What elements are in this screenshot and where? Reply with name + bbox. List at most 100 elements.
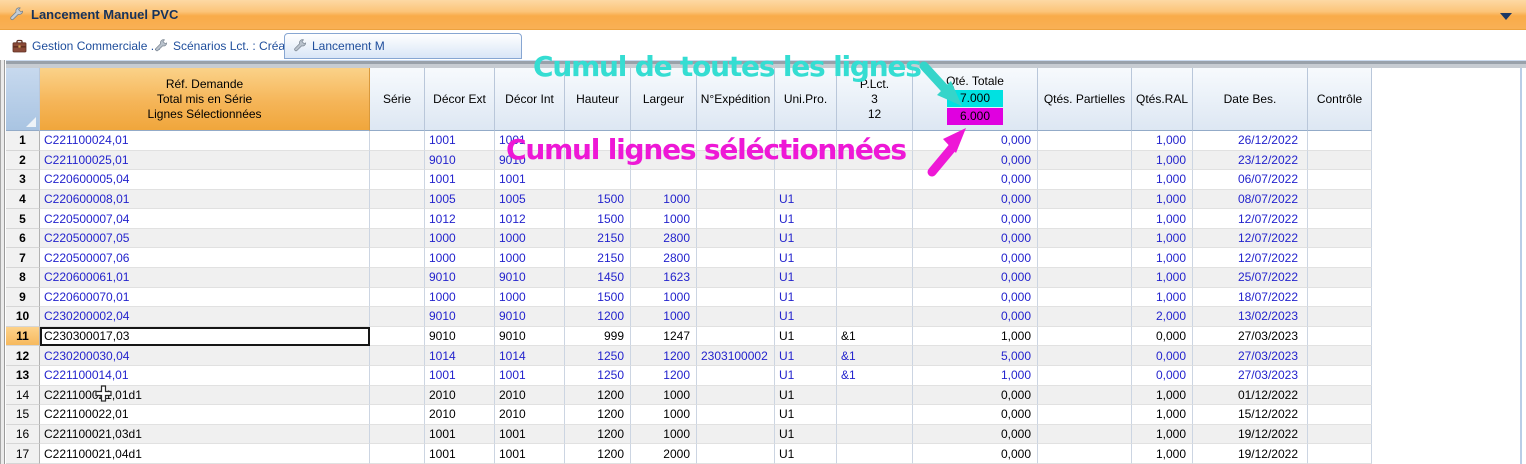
cell-hauteur[interactable]: 1200 — [565, 405, 631, 425]
cell-hauteur[interactable]: 1200 — [565, 444, 631, 464]
cell-ref[interactable]: C221100021,03d1 — [40, 425, 370, 445]
cell-uni_pro[interactable]: U1 — [775, 405, 837, 425]
cell-date_bes[interactable]: 27/03/2023 — [1193, 346, 1308, 366]
cell-controle[interactable] — [1308, 190, 1372, 210]
cell-ref[interactable]: C230300017,03 — [40, 327, 370, 347]
table-row[interactable]: 11C230300017,03901090109991247U1&11,0000… — [6, 327, 1372, 347]
cell-qtes_partielles[interactable] — [1038, 288, 1132, 308]
cell-qtes_ral[interactable]: 1,000 — [1132, 229, 1193, 249]
cell-qte_totale[interactable]: 5,000 — [913, 346, 1038, 366]
cell-qtes_ral[interactable]: 1,000 — [1132, 405, 1193, 425]
cell-ref[interactable]: C221100021,04d1 — [40, 444, 370, 464]
row-number-cell[interactable]: 14 — [6, 386, 40, 406]
cell-hauteur[interactable]: 1500 — [565, 288, 631, 308]
cell-decor_ext[interactable]: 1001 — [425, 170, 495, 190]
cell-decor_int[interactable]: 1001 — [495, 444, 565, 464]
cell-qtes_ral[interactable]: 1,000 — [1132, 131, 1193, 151]
cell-hauteur[interactable]: 999 — [565, 327, 631, 347]
cell-ref[interactable]: C220500007,05 — [40, 229, 370, 249]
cell-qtes_partielles[interactable] — [1038, 444, 1132, 464]
cell-ref[interactable]: C221100014,01 — [40, 366, 370, 386]
cell-decor_ext[interactable]: 9010 — [425, 327, 495, 347]
cell-qtes_ral[interactable]: 1,000 — [1132, 425, 1193, 445]
cell-n_expedition[interactable] — [697, 229, 775, 249]
cell-uni_pro[interactable]: U1 — [775, 386, 837, 406]
cell-qte_totale[interactable]: 0,000 — [913, 405, 1038, 425]
cell-p_lct[interactable] — [837, 229, 913, 249]
cell-largeur[interactable]: 1000 — [631, 288, 697, 308]
cell-qtes_partielles[interactable] — [1038, 131, 1132, 151]
cell-decor_ext[interactable]: 1012 — [425, 209, 495, 229]
cell-controle[interactable] — [1308, 131, 1372, 151]
cell-n_expedition[interactable] — [697, 307, 775, 327]
cell-date_bes[interactable]: 19/12/2022 — [1193, 444, 1308, 464]
table-row[interactable]: 10C230200002,049010901012001000U10,0002,… — [6, 307, 1372, 327]
row-number-cell[interactable]: 11 — [6, 327, 40, 347]
cell-ref[interactable]: C221100021,01d1 — [40, 386, 370, 406]
cell-qtes_ral[interactable]: 0,000 — [1132, 366, 1193, 386]
cell-uni_pro[interactable]: U1 — [775, 209, 837, 229]
cell-qtes_partielles[interactable] — [1038, 151, 1132, 171]
cell-serie[interactable] — [370, 131, 425, 151]
cell-serie[interactable] — [370, 405, 425, 425]
row-number-cell[interactable]: 10 — [6, 307, 40, 327]
cell-controle[interactable] — [1308, 170, 1372, 190]
table-row[interactable]: 6C220500007,051000100021502800U10,0001,0… — [6, 229, 1372, 249]
cell-qtes_ral[interactable]: 1,000 — [1132, 170, 1193, 190]
cell-controle[interactable] — [1308, 268, 1372, 288]
cell-uni_pro[interactable]: U1 — [775, 288, 837, 308]
col-header-qtes-ral[interactable]: Qtés.RAL — [1132, 68, 1193, 131]
cell-serie[interactable] — [370, 268, 425, 288]
cell-decor_ext[interactable]: 1001 — [425, 425, 495, 445]
cell-serie[interactable] — [370, 307, 425, 327]
cell-controle[interactable] — [1308, 248, 1372, 268]
cell-serie[interactable] — [370, 151, 425, 171]
cell-date_bes[interactable]: 27/03/2023 — [1193, 366, 1308, 386]
cell-p_lct[interactable] — [837, 268, 913, 288]
cell-uni_pro[interactable] — [775, 170, 837, 190]
cell-n_expedition[interactable] — [697, 170, 775, 190]
cell-uni_pro[interactable]: U1 — [775, 307, 837, 327]
cell-serie[interactable] — [370, 386, 425, 406]
cell-hauteur[interactable]: 1200 — [565, 307, 631, 327]
cell-date_bes[interactable]: 25/07/2022 — [1193, 268, 1308, 288]
cell-hauteur[interactable]: 1250 — [565, 346, 631, 366]
cell-qtes_ral[interactable]: 2,000 — [1132, 307, 1193, 327]
cell-p_lct[interactable] — [837, 288, 913, 308]
cell-decor_ext[interactable]: 1000 — [425, 248, 495, 268]
cell-n_expedition[interactable] — [697, 405, 775, 425]
table-row[interactable]: 13C221100014,011001100112501200U1&11,000… — [6, 366, 1372, 386]
cell-controle[interactable] — [1308, 288, 1372, 308]
cell-controle[interactable] — [1308, 366, 1372, 386]
cell-hauteur[interactable]: 1250 — [565, 366, 631, 386]
cell-decor_ext[interactable]: 2010 — [425, 386, 495, 406]
cell-largeur[interactable]: 2800 — [631, 229, 697, 249]
cell-p_lct[interactable] — [837, 209, 913, 229]
window-titlebar[interactable]: Lancement Manuel PVC — [0, 0, 1526, 30]
cell-ref[interactable]: C220600070,01 — [40, 288, 370, 308]
cell-decor_int[interactable]: 2010 — [495, 386, 565, 406]
cell-decor_int[interactable]: 2010 — [495, 405, 565, 425]
cell-date_bes[interactable]: 19/12/2022 — [1193, 425, 1308, 445]
cell-qtes_ral[interactable]: 1,000 — [1132, 190, 1193, 210]
cell-decor_ext[interactable]: 9010 — [425, 307, 495, 327]
cell-p_lct[interactable] — [837, 190, 913, 210]
table-row[interactable]: 4C220600008,011005100515001000U10,0001,0… — [6, 190, 1372, 210]
cell-controle[interactable] — [1308, 151, 1372, 171]
cell-date_bes[interactable]: 12/07/2022 — [1193, 248, 1308, 268]
cell-largeur[interactable]: 1000 — [631, 307, 697, 327]
cell-largeur[interactable]: 1247 — [631, 327, 697, 347]
cell-ref[interactable]: C220500007,06 — [40, 248, 370, 268]
cell-largeur[interactable]: 1000 — [631, 386, 697, 406]
col-header-date-bes[interactable]: Date Bes. — [1193, 68, 1308, 131]
cell-date_bes[interactable]: 08/07/2022 — [1193, 190, 1308, 210]
cell-qtes_ral[interactable]: 0,000 — [1132, 327, 1193, 347]
cell-date_bes[interactable]: 15/12/2022 — [1193, 405, 1308, 425]
cell-date_bes[interactable]: 27/03/2023 — [1193, 327, 1308, 347]
cell-qte_totale[interactable]: 0,000 — [913, 229, 1038, 249]
cell-ref[interactable]: C221100025,01 — [40, 151, 370, 171]
cell-qte_totale[interactable]: 0,000 — [913, 444, 1038, 464]
cell-qtes_partielles[interactable] — [1038, 190, 1132, 210]
cell-decor_ext[interactable]: 2010 — [425, 405, 495, 425]
cell-serie[interactable] — [370, 327, 425, 347]
